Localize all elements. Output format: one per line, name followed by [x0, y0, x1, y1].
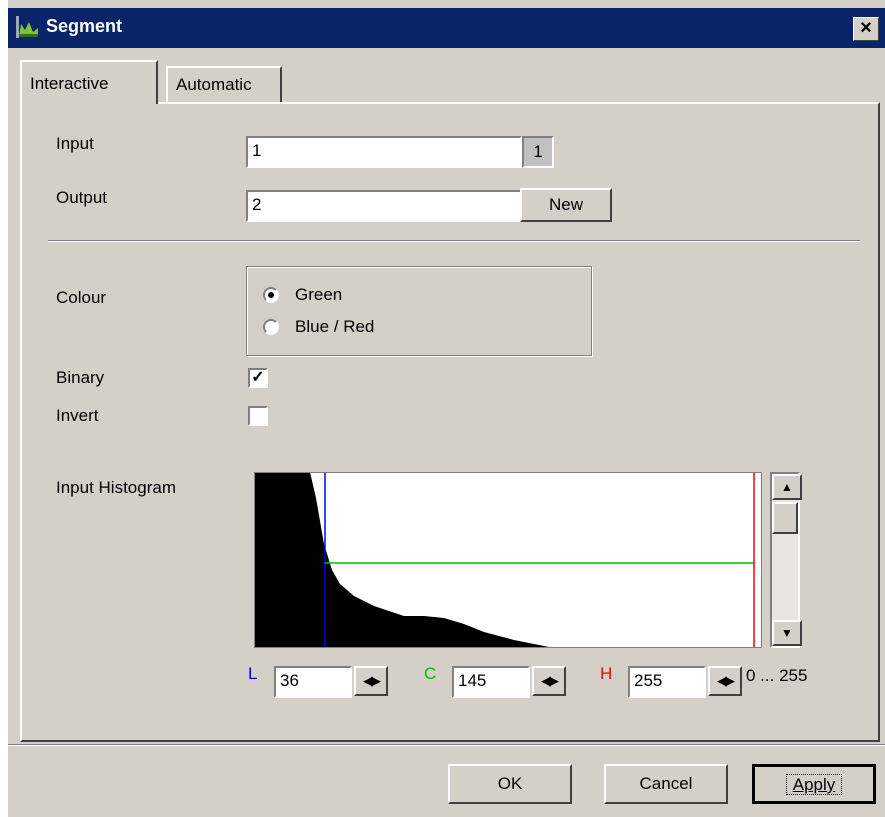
high-letter: H — [600, 664, 613, 683]
cancel-button[interactable]: Cancel — [604, 764, 728, 804]
blue-red-radio[interactable] — [263, 319, 279, 335]
tab-interactive[interactable]: Interactive — [20, 60, 158, 104]
apply-button[interactable]: Apply — [752, 764, 876, 804]
histogram-display[interactable] — [254, 472, 762, 648]
ok-button[interactable]: OK — [448, 764, 572, 804]
new-button[interactable]: New — [520, 188, 612, 222]
high-spin-arrows[interactable]: ◀▶ — [708, 666, 742, 696]
section-divider — [48, 240, 860, 242]
histogram-app-icon — [14, 14, 40, 40]
title-bar[interactable]: Segment × — [8, 8, 885, 48]
input-id-button[interactable]: 1 — [522, 136, 554, 168]
apply-button-label: Apply — [785, 774, 843, 795]
low-spin-arrows[interactable]: ◀▶ — [354, 666, 388, 696]
output-label: Output — [56, 188, 108, 207]
radio-selected-dot — [268, 292, 274, 298]
scroll-up-button[interactable]: ▲ — [772, 474, 802, 500]
invert-checkbox[interactable] — [248, 406, 268, 426]
invert-label: Invert — [56, 406, 99, 425]
output-field[interactable]: 2 — [246, 190, 522, 222]
colour-label: Colour — [56, 288, 107, 307]
blue-red-option-label: Blue / Red — [295, 317, 375, 336]
close-icon: × — [860, 17, 872, 39]
segment-dialog: Segment × Interactive Automatic Input 1 … — [8, 0, 885, 817]
histogram-label: Input Histogram — [56, 478, 176, 497]
tab-interactive-label: Interactive — [30, 74, 109, 93]
scroll-down-button[interactable]: ▼ — [772, 620, 802, 646]
colour-group: Green Blue / Red — [246, 266, 592, 356]
range-text: 0 ... 255 — [746, 666, 808, 685]
window-title: Segment — [46, 16, 123, 36]
input-field[interactable]: 1 — [246, 136, 522, 168]
histogram-scrollbar[interactable]: ▲ ▼ — [770, 472, 802, 648]
scroll-thumb[interactable] — [772, 502, 798, 534]
center-value-field[interactable]: 145 — [452, 666, 530, 698]
center-spin-arrows[interactable]: ◀▶ — [532, 666, 566, 696]
binary-label: Binary — [56, 368, 105, 387]
tab-automatic[interactable]: Automatic — [166, 66, 282, 102]
green-radio[interactable] — [263, 287, 279, 303]
binary-checkbox[interactable]: ✓ — [248, 368, 268, 388]
low-letter: L — [248, 664, 258, 683]
footer-divider — [8, 744, 885, 746]
low-value-field[interactable]: 36 — [274, 666, 352, 698]
input-label: Input — [56, 134, 94, 153]
tab-automatic-label: Automatic — [176, 75, 252, 94]
center-letter: C — [424, 664, 437, 683]
high-value-field[interactable]: 255 — [628, 666, 706, 698]
green-option-label: Green — [295, 285, 343, 304]
close-button[interactable]: × — [853, 17, 879, 41]
